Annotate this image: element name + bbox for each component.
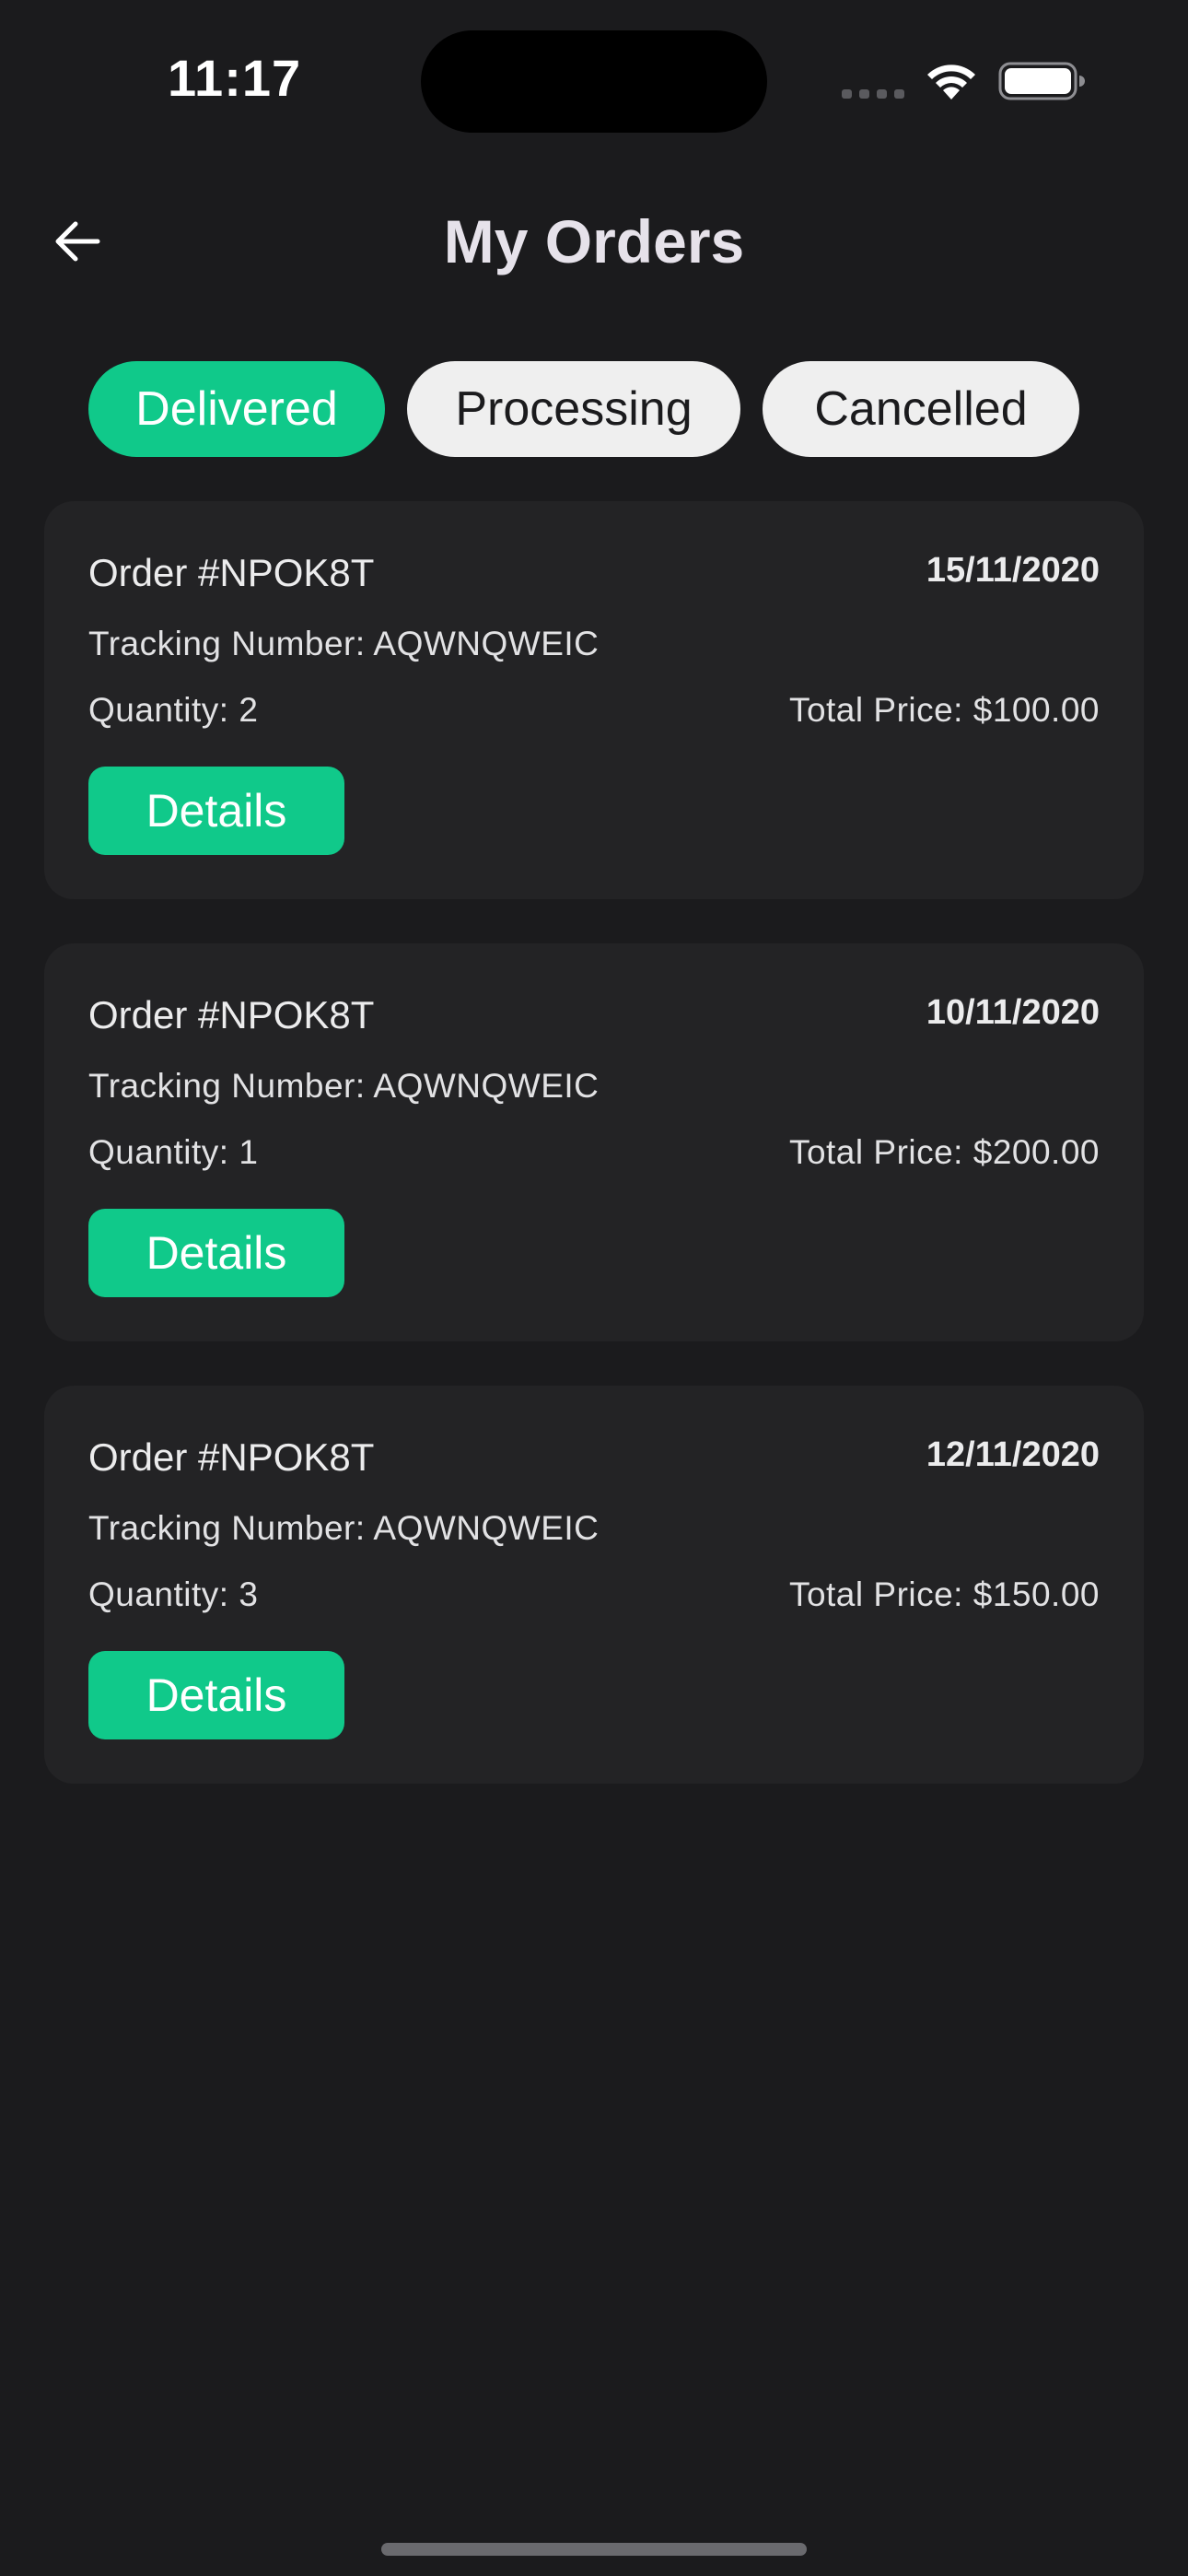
order-number: Order #NPOK8T — [88, 551, 375, 594]
tab-processing[interactable]: Processing — [407, 361, 740, 457]
tracking-number: Tracking Number: AQWNQWEIC — [88, 625, 600, 662]
order-date: 15/11/2020 — [926, 551, 1100, 590]
cellular-signal-icon — [842, 88, 904, 99]
battery-icon — [998, 62, 1085, 100]
order-status-tabs: Delivered Processing Cancelled — [88, 361, 1079, 457]
details-button[interactable]: Details — [88, 767, 344, 855]
dynamic-island — [421, 30, 767, 133]
status-bar: 11:17 — [0, 0, 1188, 157]
order-quantity: Quantity: 3 — [88, 1575, 259, 1613]
order-card: Order #NPOK8T 12/11/2020 Tracking Number… — [44, 1386, 1144, 1784]
order-number: Order #NPOK8T — [88, 1435, 375, 1479]
status-time: 11:17 — [168, 49, 302, 107]
tab-delivered[interactable]: Delivered — [88, 361, 385, 457]
order-total-price: Total Price: $150.00 — [788, 1575, 1100, 1613]
order-card: Order #NPOK8T 15/11/2020 Tracking Number… — [44, 501, 1144, 899]
page-title: My Orders — [443, 207, 745, 275]
order-quantity: Quantity: 1 — [88, 1133, 259, 1171]
back-button[interactable] — [41, 205, 114, 278]
order-date: 10/11/2020 — [926, 993, 1100, 1032]
order-date: 12/11/2020 — [926, 1435, 1100, 1474]
order-total-price: Total Price: $200.00 — [788, 1133, 1100, 1171]
home-indicator[interactable] — [381, 2543, 807, 2556]
order-number: Order #NPOK8T — [88, 993, 375, 1036]
tab-cancelled[interactable]: Cancelled — [763, 361, 1079, 457]
order-card: Order #NPOK8T 10/11/2020 Tracking Number… — [44, 943, 1144, 1341]
details-button[interactable]: Details — [88, 1209, 344, 1297]
details-button[interactable]: Details — [88, 1651, 344, 1739]
tracking-number: Tracking Number: AQWNQWEIC — [88, 1067, 600, 1105]
arrow-left-icon — [55, 221, 100, 262]
order-list: Order #NPOK8T 15/11/2020 Tracking Number… — [44, 501, 1144, 1828]
tracking-number: Tracking Number: AQWNQWEIC — [88, 1509, 600, 1547]
order-total-price: Total Price: $100.00 — [788, 691, 1100, 729]
wifi-icon — [927, 64, 975, 100]
order-quantity: Quantity: 2 — [88, 691, 259, 729]
